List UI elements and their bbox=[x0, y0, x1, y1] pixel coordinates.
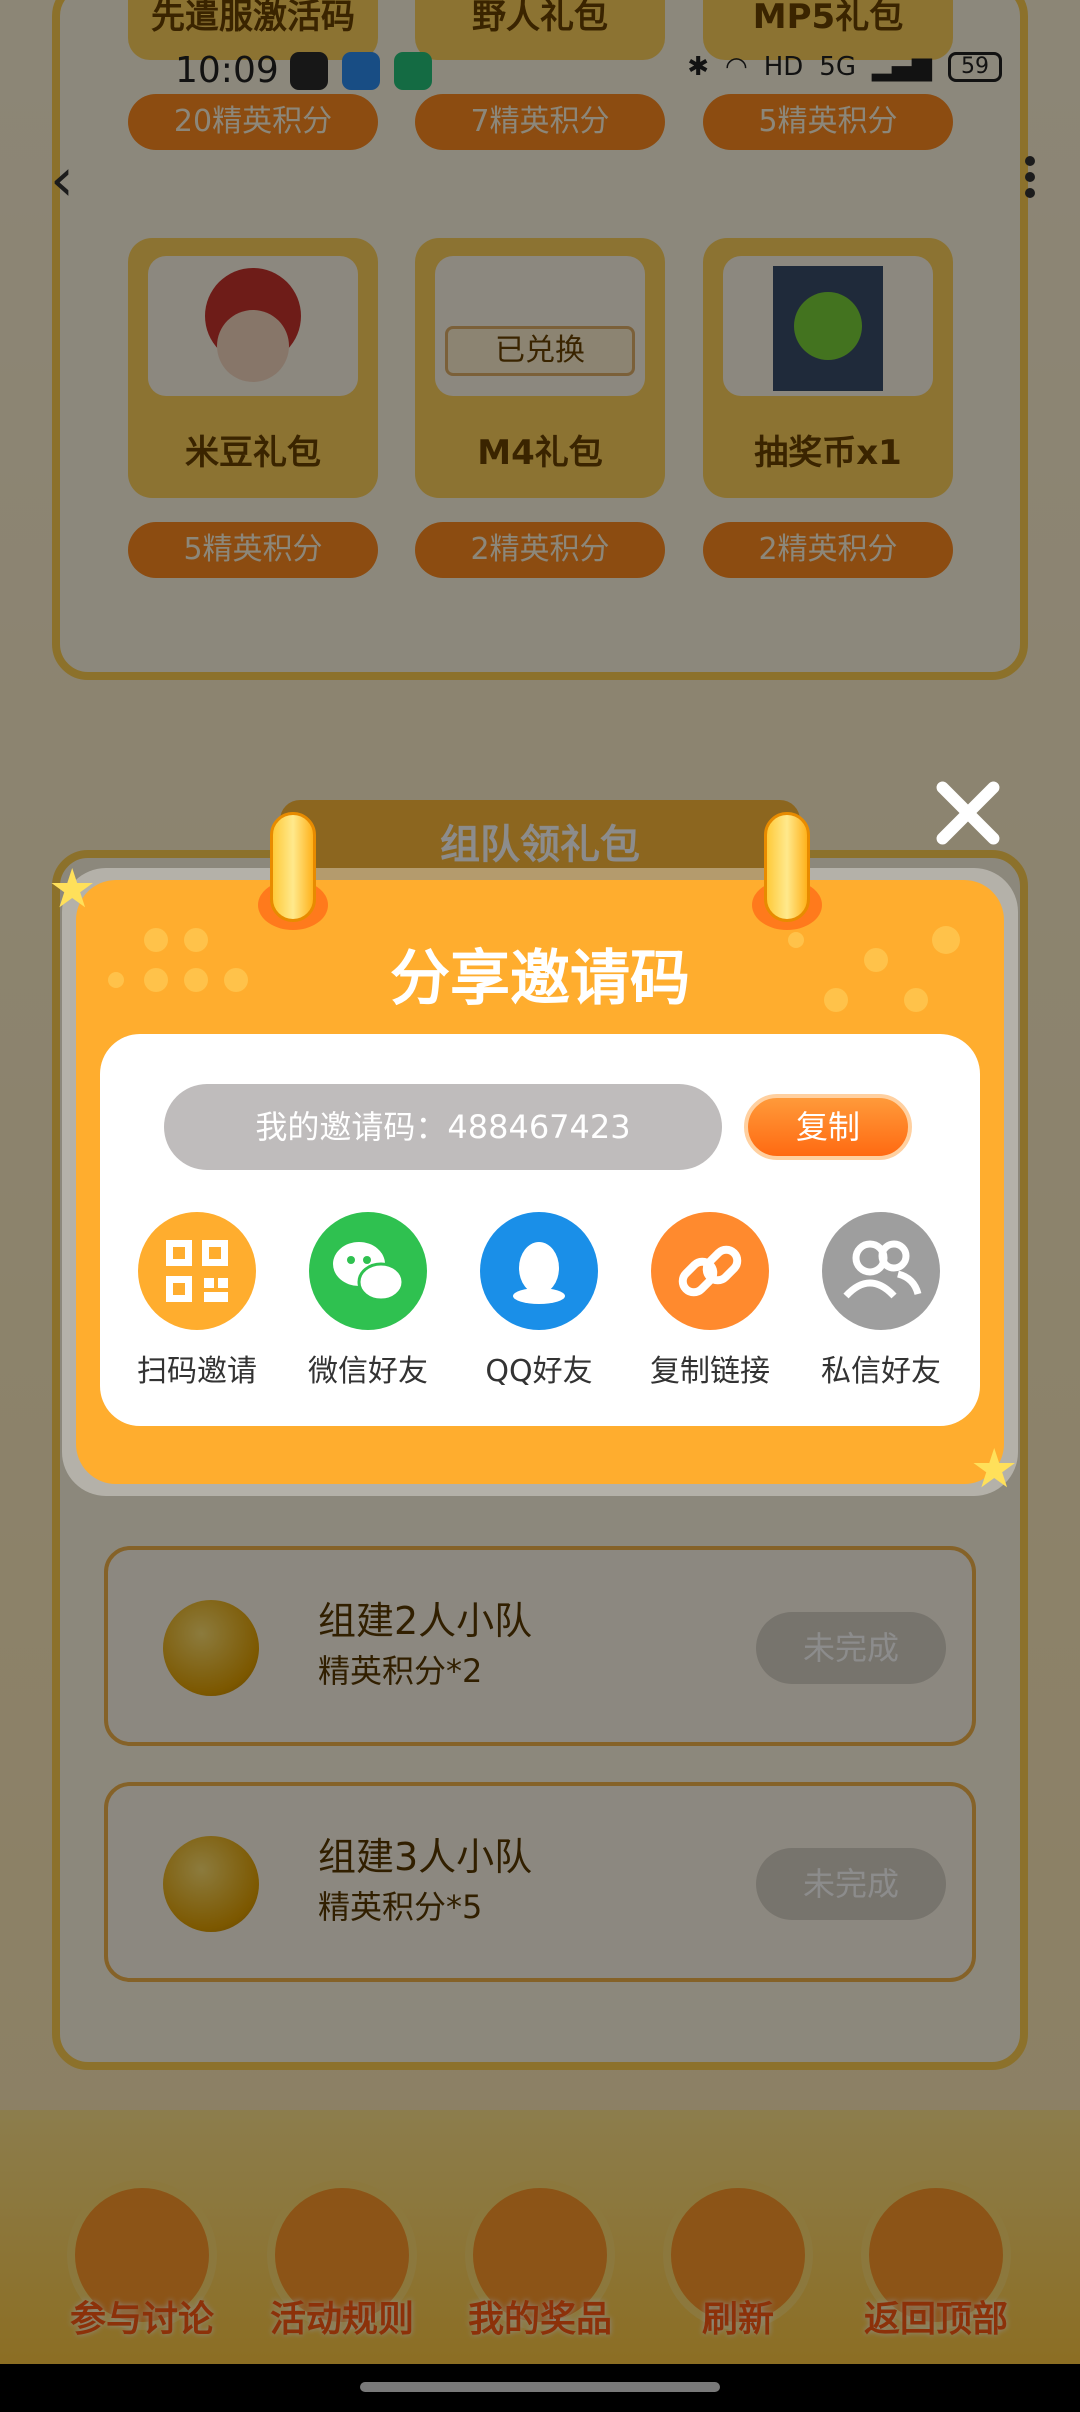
copy-button[interactable]: 复制 bbox=[744, 1094, 912, 1160]
friends-icon bbox=[822, 1212, 940, 1330]
share-private-message[interactable]: 私信好友 bbox=[806, 1212, 956, 1390]
share-label: 微信好友 bbox=[308, 1354, 428, 1389]
link-icon bbox=[651, 1212, 769, 1330]
qr-code-icon bbox=[138, 1212, 256, 1330]
close-icon[interactable] bbox=[930, 775, 1006, 851]
share-label: QQ好友 bbox=[485, 1354, 593, 1389]
ring-decoration bbox=[764, 812, 810, 922]
share-qq-friend[interactable]: QQ好友 bbox=[464, 1212, 614, 1390]
star-decoration-icon: ★ bbox=[970, 1437, 1019, 1500]
modal-title: 分享邀请码 bbox=[390, 944, 690, 1014]
share-label: 私信好友 bbox=[821, 1354, 941, 1389]
star-decoration-icon: ★ bbox=[48, 857, 97, 920]
wechat-icon bbox=[309, 1212, 427, 1330]
share-label: 复制链接 bbox=[650, 1354, 770, 1389]
share-qr-invite[interactable]: 扫码邀请 bbox=[122, 1212, 272, 1390]
share-copy-link[interactable]: 复制链接 bbox=[635, 1212, 785, 1390]
share-wechat-friend[interactable]: 微信好友 bbox=[293, 1212, 443, 1390]
share-label: 扫码邀请 bbox=[137, 1354, 257, 1389]
invite-code-field: 我的邀请码：488467423 bbox=[164, 1084, 722, 1170]
qq-icon bbox=[480, 1212, 598, 1330]
ring-decoration bbox=[270, 812, 316, 922]
